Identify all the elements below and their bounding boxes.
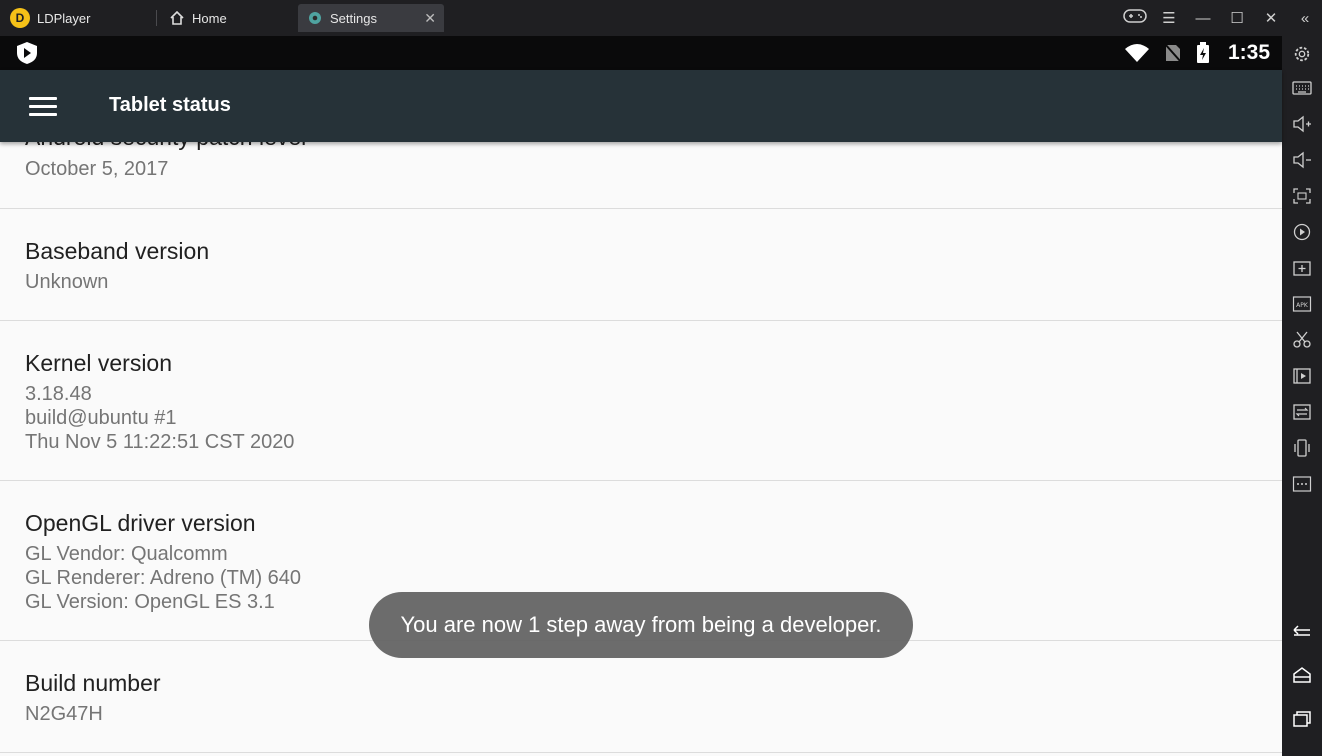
close-window-icon[interactable]: ✕ bbox=[1254, 9, 1288, 27]
item-title: Kernel version bbox=[25, 350, 173, 376]
item-value: build@ubuntu #1 bbox=[25, 407, 177, 429]
settings-gear-icon[interactable] bbox=[1292, 45, 1312, 63]
status-time: 1:35 bbox=[1227, 41, 1270, 64]
ldplayer-logo-icon: D bbox=[10, 8, 30, 28]
shake-icon[interactable] bbox=[1292, 439, 1312, 457]
back-icon[interactable] bbox=[1292, 622, 1312, 640]
tab-settings[interactable]: Settings ✕ bbox=[298, 4, 444, 32]
list-item-baseband[interactable]: Baseband version Unknown bbox=[0, 209, 1282, 321]
item-value: Unknown bbox=[25, 271, 109, 293]
volume-up-icon[interactable] bbox=[1292, 115, 1312, 133]
gamepad-icon[interactable] bbox=[1118, 8, 1152, 28]
app-name: LDPlayer bbox=[37, 10, 91, 26]
settings-tab-icon bbox=[309, 12, 321, 24]
fullscreen-icon[interactable] bbox=[1292, 187, 1312, 205]
emulator-titlebar: D LDPlayer Home Settings ✕ ☰ — ☐ ✕ « bbox=[0, 0, 1322, 36]
app-brand[interactable]: D LDPlayer bbox=[10, 6, 90, 30]
android-statusbar: 1:35 bbox=[0, 36, 1282, 70]
item-title: Build number bbox=[25, 670, 161, 696]
no-sim-icon bbox=[1164, 43, 1182, 63]
list-item-security-patch[interactable]: Android security patch level October 5, … bbox=[0, 142, 1282, 209]
menu-icon[interactable]: ☰ bbox=[1152, 9, 1186, 27]
home-tab-icon bbox=[170, 11, 184, 25]
tab-home[interactable]: Home bbox=[160, 4, 290, 32]
collapse-sidebar-icon[interactable]: « bbox=[1288, 10, 1322, 27]
svg-text:APK: APK bbox=[1296, 302, 1309, 309]
sync-icon[interactable] bbox=[1292, 403, 1312, 421]
record-icon[interactable] bbox=[1292, 223, 1312, 241]
item-value: GL Version: OpenGL ES 3.1 bbox=[25, 591, 275, 613]
window-controls: ☰ — ☐ ✕ « bbox=[1118, 0, 1322, 36]
shield-play-icon bbox=[17, 42, 37, 64]
emulator-sidebar: APK bbox=[1282, 36, 1322, 756]
item-value: October 5, 2017 bbox=[25, 158, 169, 180]
tab-settings-label: Settings bbox=[330, 10, 377, 26]
list-item-kernel[interactable]: Kernel version 3.18.48 build@ubuntu #1 T… bbox=[0, 321, 1282, 481]
add-app-icon[interactable] bbox=[1292, 259, 1312, 277]
minimize-icon[interactable]: — bbox=[1186, 10, 1220, 27]
item-title: Baseband version bbox=[25, 238, 210, 264]
app-toolbar: Tablet status bbox=[0, 70, 1282, 142]
more-icon[interactable] bbox=[1292, 475, 1312, 493]
item-value: GL Renderer: Adreno (TM) 640 bbox=[25, 567, 302, 589]
maximize-icon[interactable]: ☐ bbox=[1220, 9, 1254, 27]
battery-charging-icon bbox=[1196, 42, 1209, 63]
video-icon[interactable] bbox=[1292, 367, 1312, 385]
apk-icon[interactable]: APK bbox=[1292, 295, 1312, 313]
keyboard-icon[interactable] bbox=[1292, 79, 1312, 97]
scissors-icon[interactable] bbox=[1292, 331, 1312, 349]
wifi-icon bbox=[1124, 44, 1149, 62]
item-title: OpenGL driver version bbox=[25, 510, 256, 536]
item-title: Android security patch level bbox=[25, 142, 306, 151]
item-value: N2G47H bbox=[25, 703, 103, 725]
item-value: 3.18.48 bbox=[25, 383, 92, 405]
settings-list: Android security patch level October 5, … bbox=[0, 142, 1282, 756]
toast-message: You are now 1 step away from being a dev… bbox=[369, 592, 913, 658]
volume-down-icon[interactable] bbox=[1292, 151, 1312, 169]
home-icon[interactable] bbox=[1292, 666, 1312, 684]
page-title: Tablet status bbox=[109, 94, 231, 116]
item-value: Thu Nov 5 11:22:51 CST 2020 bbox=[25, 431, 295, 453]
recents-icon[interactable] bbox=[1292, 710, 1312, 728]
tab-home-label: Home bbox=[192, 10, 227, 26]
tab-close-icon[interactable]: ✕ bbox=[424, 10, 436, 27]
hamburger-menu-icon[interactable] bbox=[29, 97, 57, 117]
tab-divider bbox=[156, 10, 157, 26]
item-value: GL Vendor: Qualcomm bbox=[25, 543, 228, 565]
